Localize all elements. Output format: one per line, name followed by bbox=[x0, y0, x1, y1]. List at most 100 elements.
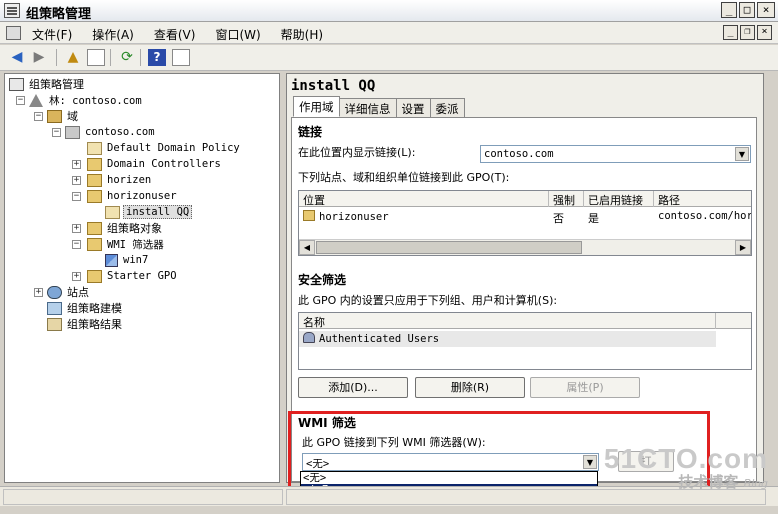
watermark-site: 51CTO.com bbox=[603, 443, 768, 474]
tree-root[interactable]: 组策略管理 bbox=[9, 76, 86, 92]
add-button[interactable]: 添加(D)... bbox=[298, 377, 408, 398]
collapse-icon[interactable]: − bbox=[52, 128, 61, 137]
tree-item-win7[interactable]: win7 bbox=[105, 252, 150, 268]
toolbar-separator bbox=[110, 49, 111, 66]
ou-icon bbox=[87, 157, 102, 171]
tree-item-gpo-objects[interactable]: 组策略对象 bbox=[87, 220, 164, 236]
tab-settings[interactable]: 设置 bbox=[395, 98, 431, 117]
col-name[interactable]: 名称 bbox=[299, 313, 716, 329]
close-icon[interactable]: × bbox=[757, 2, 775, 18]
tree-item-default-domain-policy[interactable]: Default Domain Policy bbox=[87, 140, 242, 156]
tree-item-wmi-filters[interactable]: WMI 筛选器 bbox=[87, 236, 166, 252]
scroll-left-icon[interactable]: ◀ bbox=[299, 240, 315, 255]
tab-details[interactable]: 详细信息 bbox=[338, 98, 397, 117]
tree-sites[interactable]: 站点 bbox=[47, 284, 91, 300]
back-arrow-icon[interactable]: ◀ bbox=[8, 49, 26, 66]
tree-item-horizonuser[interactable]: horizonuser bbox=[87, 188, 179, 204]
remove-button[interactable]: 删除(R) bbox=[415, 377, 525, 398]
wmi-filter-icon bbox=[105, 253, 118, 267]
gpo-title: install QQ bbox=[291, 78, 376, 94]
tree-item-starter-gpo[interactable]: Starter GPO bbox=[87, 268, 179, 284]
tree-item-horizen[interactable]: horizen bbox=[87, 172, 153, 188]
links-location-combo[interactable]: contoso.com ▼ bbox=[480, 145, 751, 163]
col-path[interactable]: 路径 bbox=[654, 191, 751, 207]
results-icon bbox=[47, 317, 62, 331]
expand-icon[interactable]: + bbox=[72, 224, 81, 233]
tab-scope[interactable]: 作用域 bbox=[293, 96, 340, 117]
console-icon bbox=[4, 3, 20, 18]
window-controls: _ □ × bbox=[721, 2, 775, 18]
watermark-tech-blog: 技术博客 bbox=[678, 473, 739, 491]
console-tree[interactable]: 组策略管理 − 林: contoso.com − 域 − contoso.com… bbox=[4, 73, 280, 483]
modeling-icon bbox=[47, 301, 62, 315]
toolbar-separator bbox=[56, 49, 57, 66]
tree-item-domain-controllers[interactable]: Domain Controllers bbox=[87, 156, 223, 172]
collapse-icon[interactable]: − bbox=[16, 96, 25, 105]
links-list[interactable]: 位置 强制 已启用链接 路径 horizonuser 否 是 contoso.c… bbox=[298, 190, 752, 256]
col-location[interactable]: 位置 bbox=[299, 191, 549, 207]
forest-icon bbox=[29, 93, 43, 107]
watermark-blog: Blog bbox=[743, 477, 768, 490]
properties-icon[interactable] bbox=[172, 49, 190, 66]
tab-strip: 作用域 详细信息 设置 委派 bbox=[293, 96, 465, 118]
domains-icon bbox=[47, 109, 62, 123]
tree-domains[interactable]: 域 bbox=[47, 108, 80, 124]
domain-icon bbox=[65, 125, 80, 139]
tree-item-install-qq[interactable]: install QQ bbox=[105, 204, 193, 220]
menu-file[interactable]: 文件(F) bbox=[32, 26, 72, 43]
child-restore-icon[interactable]: ❐ bbox=[740, 25, 755, 40]
tree-results[interactable]: 组策略结果 bbox=[47, 316, 124, 332]
links-location-label: 在此位置内显示链接(L): bbox=[298, 146, 416, 159]
tree-modeling[interactable]: 组策略建模 bbox=[47, 300, 124, 316]
watermark: 51CTO.com 技术博客 Blog bbox=[604, 445, 768, 493]
folder-icon bbox=[87, 221, 102, 235]
up-folder-icon[interactable]: ▲ bbox=[64, 49, 82, 66]
col-link-enabled[interactable]: 已启用链接 bbox=[584, 191, 654, 207]
folder-icon bbox=[87, 237, 102, 251]
child-minimize-icon[interactable]: _ bbox=[723, 25, 738, 40]
properties-button[interactable]: 属性(P) bbox=[530, 377, 640, 398]
security-list[interactable]: 名称 Authenticated Users bbox=[298, 312, 752, 370]
users-icon bbox=[303, 332, 315, 343]
maximize-icon[interactable]: □ bbox=[739, 2, 755, 18]
table-row[interactable]: horizonuser 否 是 contoso.com/hor bbox=[299, 209, 751, 225]
scroll-right-icon[interactable]: ▶ bbox=[735, 240, 751, 255]
links-list-label: 下列站点、域和组织单位链接到此 GPO(T): bbox=[298, 171, 510, 184]
list-item[interactable]: Authenticated Users bbox=[299, 331, 716, 347]
menu-action[interactable]: 操作(A) bbox=[92, 26, 134, 43]
wmi-option-none[interactable]: <无> bbox=[301, 472, 597, 484]
expand-icon[interactable]: + bbox=[72, 272, 81, 281]
menu-window[interactable]: 窗口(W) bbox=[215, 26, 260, 43]
collapse-icon[interactable]: − bbox=[34, 112, 43, 121]
gpo-link-icon bbox=[87, 141, 102, 155]
folder-icon bbox=[87, 269, 102, 283]
tree-forest[interactable]: 林: contoso.com bbox=[29, 92, 144, 108]
col-enforced[interactable]: 强制 bbox=[549, 191, 584, 207]
forward-arrow-icon[interactable]: ▶ bbox=[30, 49, 48, 66]
collapse-icon[interactable]: − bbox=[72, 192, 81, 201]
show-tree-icon[interactable] bbox=[87, 49, 105, 66]
row-enabled: 是 bbox=[588, 212, 599, 225]
dropdown-arrow-icon[interactable]: ▼ bbox=[735, 147, 749, 161]
toolbar: ◀ ▶ ▲ ⟳ ? bbox=[0, 45, 778, 71]
child-close-icon[interactable]: × bbox=[757, 25, 772, 40]
expand-icon[interactable]: + bbox=[34, 288, 43, 297]
help-icon[interactable]: ? bbox=[148, 49, 166, 66]
tree-domain[interactable]: contoso.com bbox=[65, 124, 157, 140]
links-heading: 链接 bbox=[298, 125, 323, 139]
collapse-icon[interactable]: − bbox=[72, 240, 81, 249]
links-hscrollbar[interactable]: ◀ ▶ bbox=[299, 239, 751, 255]
mdi-console-icon bbox=[6, 26, 21, 40]
security-list-header: 名称 bbox=[299, 313, 751, 329]
title-bar: 组策略管理 _ □ × bbox=[0, 0, 778, 22]
menu-help[interactable]: 帮助(H) bbox=[281, 26, 323, 43]
ou-icon bbox=[87, 173, 102, 187]
expand-icon[interactable]: + bbox=[72, 160, 81, 169]
scroll-thumb[interactable] bbox=[316, 241, 582, 254]
minimize-icon[interactable]: _ bbox=[721, 2, 737, 18]
tab-delegation[interactable]: 委派 bbox=[429, 98, 465, 117]
menu-view[interactable]: 查看(V) bbox=[154, 26, 196, 43]
window-title: 组策略管理 bbox=[26, 7, 92, 22]
expand-icon[interactable]: + bbox=[72, 176, 81, 185]
refresh-icon[interactable]: ⟳ bbox=[118, 49, 136, 66]
